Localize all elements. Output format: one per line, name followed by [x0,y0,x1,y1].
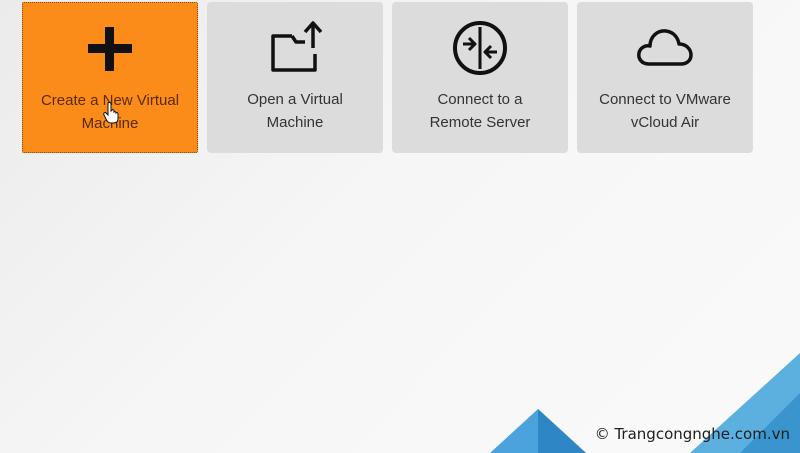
cloud-icon [637,29,693,66]
watermark-text: © Trangcongnghe.com.vn [594,425,790,443]
remote-server-tile[interactable]: Connect to a Remote Server [392,2,568,153]
open-vm-tile[interactable]: Open a Virtual Machine [207,2,383,153]
create-vm-tile[interactable]: Create a New Virtual Machine [22,2,198,153]
folder-open-icon [271,21,323,72]
remote-server-label: Connect to a Remote Server [429,91,531,131]
plus-icon [88,27,132,71]
remote-connect-icon [453,21,507,75]
hand-cursor-icon [103,102,119,124]
vcloud-air-label: Connect to VMware vCloud Air [599,91,731,131]
vcloud-air-tile[interactable]: Connect to VMware vCloud Air [577,2,753,153]
home-tiles: Create a New Virtual Machine Open a Virt… [22,2,753,153]
open-vm-label: Open a Virtual Machine [247,91,343,131]
